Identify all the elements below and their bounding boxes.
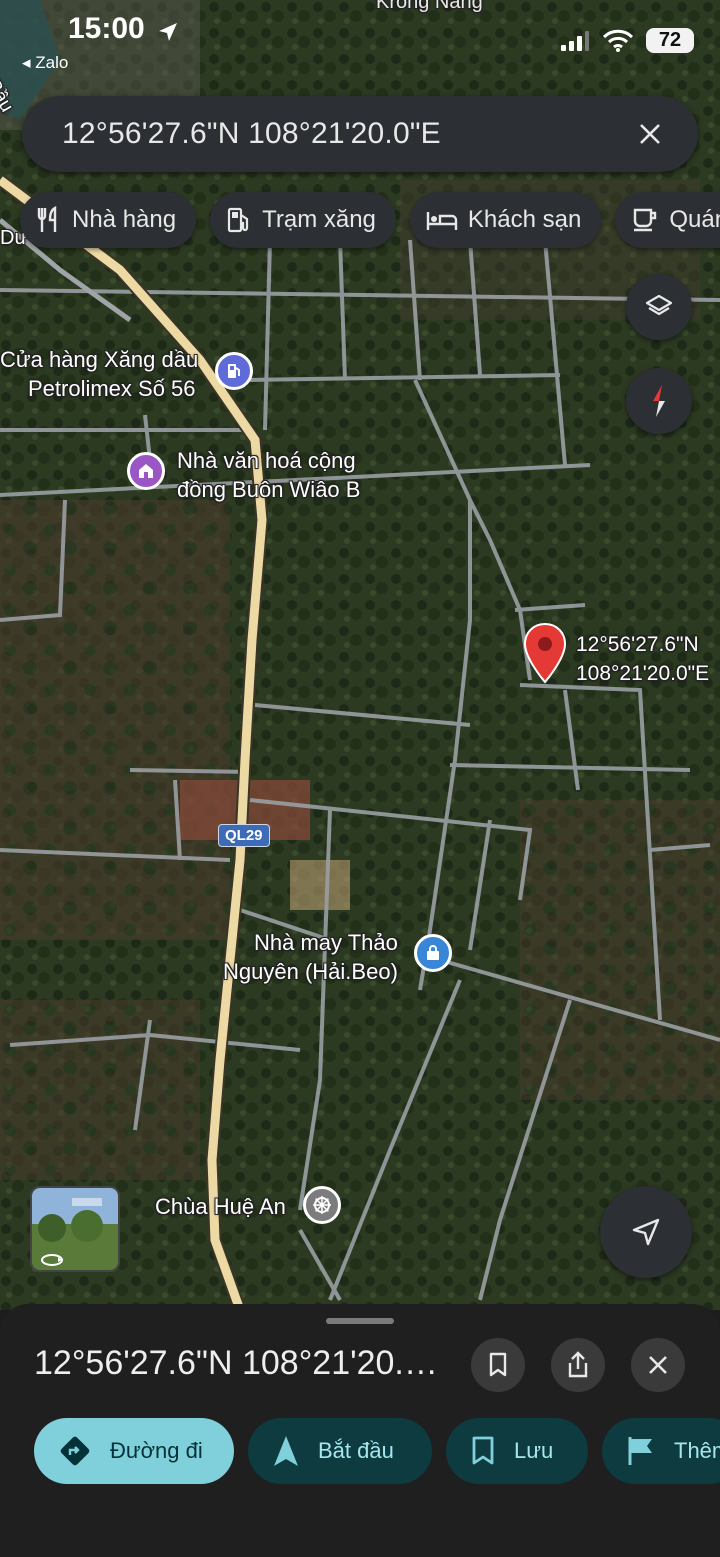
poi-label-community-hall[interactable]: Nhà văn hoá cộng đồng Buôn Wiâo B <box>177 446 360 504</box>
close-sheet-button[interactable] <box>631 1338 685 1392</box>
start-label: Bắt đầu <box>318 1438 394 1463</box>
360-view-icon <box>41 1254 63 1266</box>
street-view-thumbnail[interactable] <box>30 1186 120 1272</box>
share-icon <box>568 1351 588 1378</box>
directions-icon <box>60 1436 90 1466</box>
clear-search-button[interactable] <box>630 114 670 154</box>
action-buttons: Đường đi Bắt đầu Lưu Thêm <box>34 1418 720 1484</box>
navigation-arrow-icon <box>632 1218 660 1246</box>
coffee-cup-icon <box>634 208 657 232</box>
chip-restaurants[interactable]: Nhà hàng <box>20 192 197 248</box>
sheet-drag-handle[interactable] <box>326 1318 394 1324</box>
compass-button[interactable] <box>626 368 692 434</box>
save-label: Lưu <box>514 1438 554 1463</box>
map-label-krong-nang: Krông Năng <box>376 0 483 13</box>
layers-icon <box>645 294 673 316</box>
save-bookmark-button[interactable] <box>471 1338 525 1392</box>
search-bar[interactable]: 12°56'27.6"N 108°21'20.0"E <box>22 96 698 172</box>
gas-pump-icon <box>227 207 249 233</box>
share-button[interactable] <box>551 1338 605 1392</box>
bookmark-icon <box>489 1352 507 1377</box>
flag-icon <box>628 1437 652 1465</box>
chip-cafes[interactable]: Quán <box>615 192 720 248</box>
shopping-bag-icon[interactable] <box>414 934 452 972</box>
start-button[interactable]: Bắt đầu <box>248 1418 432 1484</box>
poi-label-tailor[interactable]: Nhà may Thảo Nguyên (Hải.Beo) <box>220 928 398 986</box>
more-label: Thêm <box>674 1438 720 1463</box>
chip-hotels[interactable]: Khách sạn <box>409 192 602 248</box>
chip-label: Quán <box>669 206 720 233</box>
search-input[interactable]: 12°56'27.6"N 108°21'20.0"E <box>62 117 630 151</box>
fork-knife-icon <box>37 206 57 232</box>
directions-button[interactable]: Đường đi <box>34 1418 234 1484</box>
chip-label: Nhà hàng <box>72 206 177 233</box>
my-location-button[interactable] <box>600 1186 692 1278</box>
layers-button[interactable] <box>626 274 692 340</box>
road-shield-ql29: QL29 <box>218 824 270 847</box>
more-button[interactable]: Thêm <box>602 1418 720 1484</box>
bookmark-icon <box>472 1436 494 1465</box>
battery-indicator: 72 <box>646 28 694 53</box>
location-arrow-icon <box>159 23 177 41</box>
dharma-wheel-icon[interactable] <box>303 1186 341 1224</box>
location-pin-icon[interactable] <box>522 622 568 686</box>
navigation-arrow-icon <box>274 1436 298 1466</box>
save-button[interactable]: Lưu <box>446 1418 588 1484</box>
poi-label-petrolimex[interactable]: Cửa hàng Xăng dầu Petrolimex Số 56 <box>0 345 198 403</box>
directions-label: Đường đi <box>110 1438 203 1463</box>
pin-coordinate-label: 12°56'27.6"N 108°21'20.0"E <box>576 633 710 685</box>
cellular-signal-icon <box>561 30 589 51</box>
back-to-app-link[interactable]: ◂ Zalo <box>22 53 68 73</box>
close-icon <box>649 1356 667 1374</box>
place-title: 12°56'27.6"N 108°21'20.0"E <box>34 1344 454 1382</box>
chip-label: Khách sạn <box>467 206 582 233</box>
close-icon <box>640 124 660 144</box>
place-bottom-sheet[interactable]: 12°56'27.6"N 108°21'20.0"E Đường đi Bắt … <box>0 1304 720 1557</box>
wifi-icon <box>602 29 634 52</box>
chip-label: Trạm xăng <box>262 206 376 233</box>
community-hall-icon[interactable] <box>127 452 165 490</box>
status-time: 15:00 <box>68 12 145 45</box>
status-icons: 72 <box>560 28 694 53</box>
category-chips: Nhà hàng Trạm xăng Khách sạn Quán <box>20 192 720 248</box>
poi-label-pagoda[interactable]: Chùa Huệ An <box>155 1192 286 1221</box>
bed-icon <box>426 212 458 230</box>
compass-icon <box>653 385 665 417</box>
chip-gas-stations[interactable]: Trạm xăng <box>210 192 396 248</box>
gas-pump-icon[interactable] <box>215 352 253 390</box>
